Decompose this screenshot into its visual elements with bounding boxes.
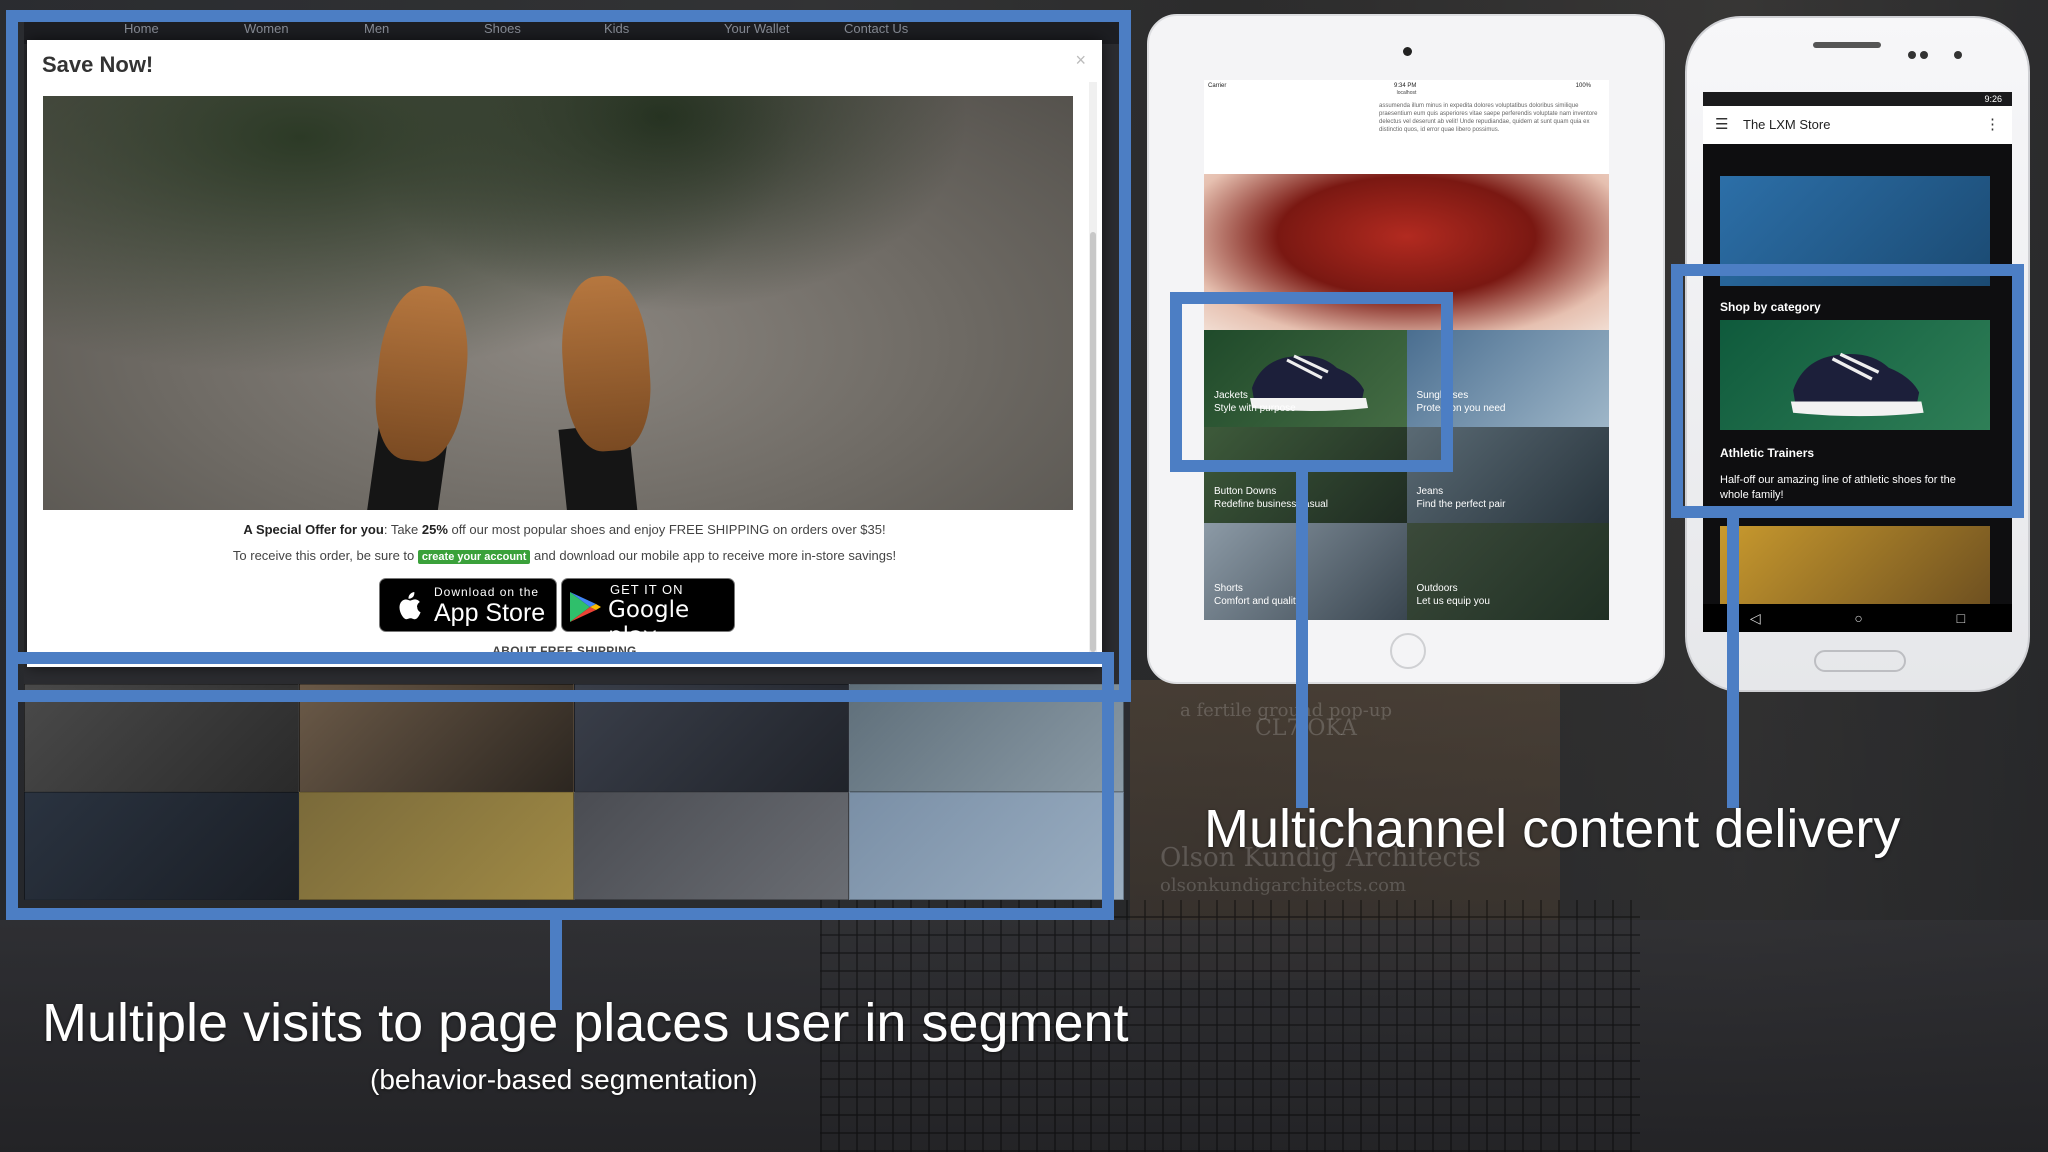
- phone-camera: [1954, 51, 1962, 59]
- app-bar: ☰ The LXM Store ⋮: [1703, 106, 2012, 144]
- status-time: 9:34 PM: [1394, 83, 1417, 89]
- lorem-text: assumenda illum minus in expedita dolore…: [1379, 103, 1598, 133]
- recent-apps-icon[interactable]: □: [1957, 604, 1965, 632]
- connector-line-phone: [1727, 516, 1739, 808]
- tile-label: Outdoors Let us equip you: [1416, 582, 1490, 607]
- android-nav-bar: ◁ ○ □: [1703, 604, 2012, 632]
- tablet-camera: [1403, 47, 1412, 56]
- store-title: The LXM Store: [1743, 117, 1831, 132]
- status-battery: 100%: [1575, 83, 1591, 89]
- tile-label: Button Downs Redefine business casual: [1214, 486, 1328, 511]
- home-icon[interactable]: ○: [1854, 604, 1862, 632]
- highlight-frame-browser: [6, 10, 1131, 702]
- overflow-menu-icon[interactable]: ⋮: [1985, 115, 2000, 133]
- status-carrier: Carrier: [1208, 83, 1227, 89]
- highlight-frame-page-segment: [6, 652, 1114, 920]
- android-status-bar: 9:26: [1703, 92, 2012, 106]
- url-bar[interactable]: localhost: [1204, 90, 1609, 96]
- background-sign-line4: olsonkundigarchitects.com: [1160, 875, 1407, 896]
- highlight-frame-tablet-tile: [1170, 292, 1453, 472]
- tile-label: Shorts Comfort and quality: [1214, 582, 1301, 607]
- tablet-home-button[interactable]: [1390, 633, 1426, 669]
- phone-sensor: [1908, 51, 1916, 59]
- category-tile-outdoors[interactable]: Outdoors Let us equip you: [1406, 523, 1609, 620]
- caption-segment-sub: (behavior-based segmentation): [370, 1064, 758, 1095]
- bag-image: [1720, 526, 1990, 606]
- caption-segment: Multiple visits to page places user in s…: [42, 993, 1129, 1053]
- tile-label: Jeans Find the perfect pair: [1416, 486, 1506, 511]
- phone-speaker: [1813, 42, 1881, 48]
- caption-multichannel: Multichannel content delivery: [1204, 799, 1901, 859]
- hamburger-menu-icon[interactable]: ☰: [1715, 115, 1728, 133]
- connector-line-tablet: [1296, 470, 1308, 808]
- phone-sensor: [1920, 51, 1928, 59]
- phone-home-button[interactable]: [1814, 650, 1906, 672]
- highlight-frame-phone-card: [1671, 264, 2024, 518]
- back-icon[interactable]: ◁: [1750, 604, 1761, 632]
